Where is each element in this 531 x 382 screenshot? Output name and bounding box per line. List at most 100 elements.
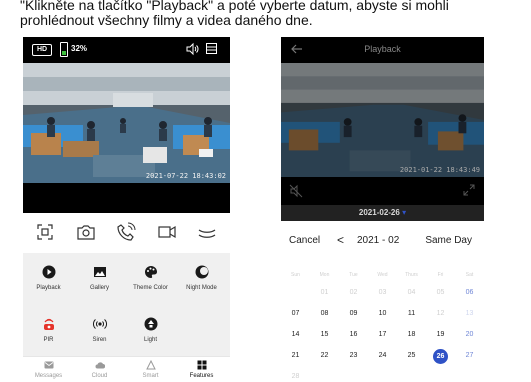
calendar-day[interactable]: 14	[281, 328, 310, 342]
selected-date-value: 2021-02-26	[358, 208, 400, 217]
calendar-day-number: 24	[378, 352, 387, 359]
screenshot-icon[interactable]	[34, 221, 56, 243]
cancel-button[interactable]: Cancel	[289, 235, 320, 246]
more-icon[interactable]	[196, 221, 218, 243]
tab-features[interactable]: Features	[176, 360, 227, 379]
calendar-day[interactable]: 11	[397, 307, 426, 321]
calendar-day[interactable]: 20	[455, 328, 484, 342]
feature-gallery[interactable]: Gallery	[74, 265, 125, 292]
playback-title: Playback	[364, 44, 401, 54]
date-picker: Cancel < 2021 - 02 Same Day Sun Mon Tue Wed…	[281, 221, 484, 382]
video-timestamp: 2021-01-22 18:43:49	[399, 166, 480, 174]
calendar-day-number: 07	[291, 310, 300, 317]
calendar-day[interactable]: 19	[426, 328, 455, 342]
calendar-day-number: 15	[320, 331, 329, 338]
calendar-day-number: 23	[349, 352, 358, 359]
calendar-day[interactable]: 16	[339, 328, 368, 342]
live-video-feed[interactable]: 2021-07-22 18:43:02	[23, 63, 230, 183]
calendar-day-number: 04	[407, 289, 416, 296]
pir-icon	[43, 318, 54, 330]
calendar-day[interactable]: 24	[368, 349, 397, 363]
calendar-day[interactable]: 08	[310, 307, 339, 321]
hd-toggle-button[interactable]: HD	[32, 44, 52, 56]
selected-date-bar[interactable]: 2021-02-26 ▾	[281, 205, 484, 221]
factory-scene-image	[23, 63, 230, 183]
record-icon[interactable]	[156, 221, 178, 243]
calendar-day: 04	[397, 286, 426, 300]
date-dropdown-arrow-icon: ▾	[402, 208, 407, 217]
calendar-day-number: 16	[349, 331, 358, 338]
calendar-day: 13	[455, 307, 484, 321]
calendar-day-number: 18	[407, 331, 416, 338]
calendar-day: 01	[310, 286, 339, 300]
tab-label: Messages	[34, 373, 63, 379]
features-icon	[197, 360, 206, 370]
weekday-label: Sat	[465, 272, 474, 278]
video-bottom-bar	[23, 183, 230, 213]
feature-label: Theme Color	[133, 285, 168, 291]
feature-label: Playback	[36, 285, 61, 291]
gallery-icon	[93, 267, 106, 277]
bottom-tab-bar: Messages Cloud Smart Features	[23, 356, 230, 382]
calendar-day-number: 01	[320, 289, 329, 296]
calendar-day[interactable]: 10	[368, 307, 397, 321]
playback-screen: Playback 2021-01-22 18:43:49 2021-02-26 …	[281, 37, 484, 382]
calendar-day-number: 28	[291, 373, 300, 380]
calendar-day[interactable]: 09	[339, 307, 368, 321]
calendar-day[interactable]: 18	[397, 328, 426, 342]
mute-icon[interactable]	[289, 184, 303, 198]
battery-percent: 32%	[71, 44, 88, 53]
fullscreen-icon[interactable]	[463, 184, 475, 196]
weekday-label: Wed	[377, 272, 388, 278]
features-panel: Playback Gallery Theme Color Night Mode	[23, 253, 230, 356]
video-timestamp: 2021-07-22 18:43:02	[145, 172, 226, 180]
calendar-day[interactable]: 22	[310, 349, 339, 363]
camera-controls	[23, 213, 230, 253]
feature-siren[interactable]: Siren	[74, 317, 125, 344]
feature-pir[interactable]: PIR	[23, 317, 74, 344]
calendar-day[interactable]: 07	[281, 307, 310, 321]
night-mode-icon	[195, 265, 208, 279]
feature-night-mode[interactable]: Night Mode	[176, 265, 227, 292]
tab-cloud[interactable]: Cloud	[74, 360, 125, 379]
calendar-day[interactable]: 26	[426, 349, 455, 364]
calendar-day[interactable]: 17	[368, 328, 397, 342]
calendar-day-number: 26	[433, 349, 448, 364]
playback-video[interactable]: 2021-01-22 18:43:49	[281, 63, 484, 177]
feature-playback[interactable]: Playback	[23, 265, 74, 292]
video-dim-overlay	[281, 63, 484, 177]
weekday-label: Fri	[437, 272, 444, 278]
tab-messages[interactable]: Messages	[23, 360, 74, 379]
calendar-day[interactable]: 25	[397, 349, 426, 363]
feature-theme-color[interactable]: Theme Color	[125, 265, 176, 292]
cloud-icon	[95, 362, 105, 369]
playback-header: Playback	[281, 37, 484, 63]
palette-icon	[144, 266, 157, 278]
battery-level	[62, 51, 66, 55]
instruction-caption: "Klikněte na tlačítko "Playback" a poté …	[20, 0, 449, 28]
calendar-day[interactable]: 27	[455, 349, 484, 363]
messages-icon	[44, 361, 53, 369]
calendar-day-number: 25	[407, 352, 416, 359]
tab-label: Features	[189, 373, 214, 379]
calendar-day-number: 13	[465, 310, 474, 317]
weekday-label: Sun	[291, 272, 300, 278]
menu-icon[interactable]	[205, 42, 218, 55]
tab-label: Smart	[142, 373, 159, 379]
calendar-day-number: 12	[436, 310, 445, 317]
prev-month-button[interactable]: <	[337, 233, 344, 247]
calendar-day-number: 03	[378, 289, 387, 296]
calendar-day[interactable]: 23	[339, 349, 368, 363]
talk-icon[interactable]	[115, 221, 137, 243]
calendar-day[interactable]: 15	[310, 328, 339, 342]
speaker-icon[interactable]	[185, 42, 199, 56]
calendar-day-number: 11	[407, 310, 416, 317]
weekday-label: Mon	[319, 272, 330, 278]
camera-icon[interactable]	[75, 221, 97, 243]
feature-light[interactable]: Light	[125, 317, 176, 344]
calendar-day[interactable]: 21	[281, 349, 310, 363]
calendar-day[interactable]: 06	[455, 286, 484, 300]
calendar-day-number: 22	[320, 352, 329, 359]
tab-smart[interactable]: Smart	[125, 360, 176, 379]
same-day-button[interactable]: Same Day	[425, 235, 472, 246]
